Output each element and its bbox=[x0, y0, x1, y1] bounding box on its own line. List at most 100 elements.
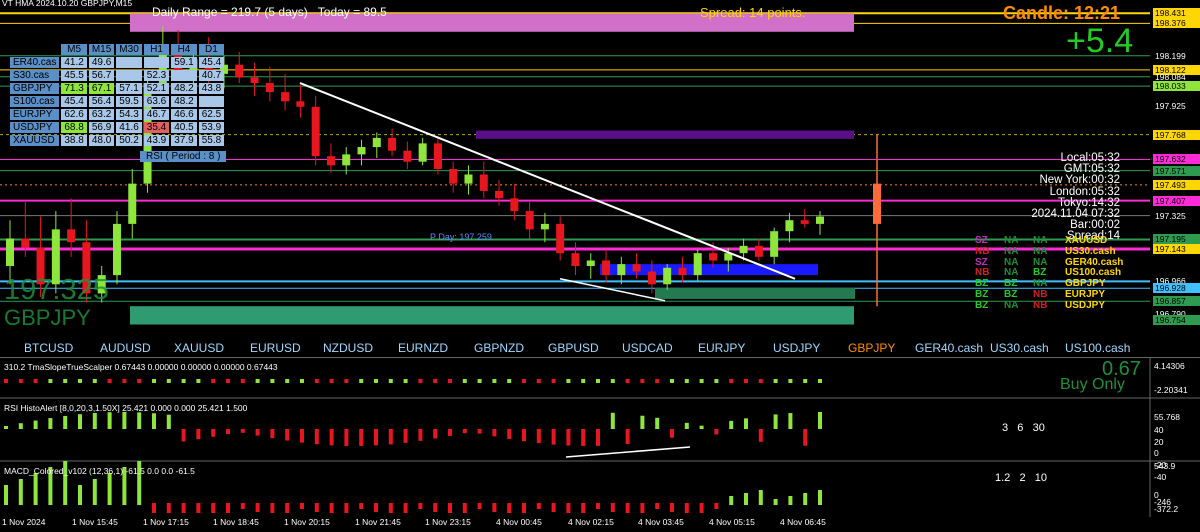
candle-body bbox=[510, 198, 519, 212]
macd-histogram-bar bbox=[803, 493, 808, 505]
price-tick: 198.431 bbox=[1153, 8, 1200, 19]
tma-dot bbox=[581, 379, 586, 383]
rsi-histogram-bar bbox=[196, 429, 201, 440]
candle-body bbox=[21, 238, 30, 248]
tf-value: 43.9 bbox=[143, 135, 170, 146]
macd-histogram-bar bbox=[78, 485, 82, 505]
pair-button[interactable]: US100.cash bbox=[1065, 341, 1130, 355]
tma-dot bbox=[655, 379, 660, 383]
pair-button[interactable]: EURJPY bbox=[698, 341, 745, 355]
rsi-histogram-bar bbox=[344, 429, 349, 446]
rsi-histogram-bar bbox=[4, 426, 8, 429]
candle-body bbox=[311, 106, 320, 157]
macd-histogram-bar bbox=[374, 503, 378, 512]
current-candle-body bbox=[873, 183, 881, 224]
rsi-histogram-bar bbox=[803, 429, 808, 446]
tf-value: 40.5 bbox=[171, 122, 197, 133]
rsi-histogram-bar bbox=[137, 412, 142, 429]
indicator-axis-tick: -372.2 bbox=[1154, 504, 1178, 514]
candle-body bbox=[693, 253, 702, 276]
macd-histogram-bar bbox=[818, 490, 822, 505]
status-symbol: GBPJPY bbox=[1065, 278, 1106, 290]
time-tick: 4 Nov 02:15 bbox=[568, 517, 614, 527]
tma-dot bbox=[152, 379, 156, 383]
rsi-histogram-bar bbox=[107, 412, 112, 429]
rsi-histogram-bar bbox=[448, 429, 452, 436]
macd-histogram-bar bbox=[226, 503, 230, 513]
rsi-histogram-bar bbox=[226, 429, 230, 434]
tma-dot bbox=[270, 379, 275, 383]
pair-button[interactable]: US30.cash bbox=[990, 341, 1049, 355]
pair-button[interactable]: XAUUSD bbox=[174, 341, 224, 355]
macd-histogram-bar bbox=[107, 473, 112, 505]
tma-signal: Buy Only bbox=[1060, 376, 1125, 393]
tma-dot bbox=[211, 379, 216, 383]
macd-histogram-bar bbox=[788, 496, 793, 505]
tma-dot bbox=[137, 379, 142, 383]
pair-button[interactable]: GBPUSD bbox=[548, 341, 599, 355]
candle-body bbox=[617, 264, 626, 276]
rsi-histogram-bar bbox=[18, 423, 23, 429]
pair-button[interactable]: USDJPY bbox=[773, 341, 820, 355]
tf-header: M15 bbox=[88, 44, 115, 55]
resistance-zone bbox=[476, 130, 854, 139]
tma-dot bbox=[196, 379, 201, 383]
pair-button[interactable]: EURUSD bbox=[250, 341, 301, 355]
pair-button[interactable]: AUDUSD bbox=[100, 341, 151, 355]
macd-histogram-bar bbox=[388, 503, 393, 513]
tma-dot bbox=[640, 379, 645, 383]
status-flag: BZ bbox=[975, 278, 989, 290]
rsi-histogram-bar bbox=[492, 429, 497, 437]
pair-button[interactable]: USDCAD bbox=[622, 341, 673, 355]
time-tick: 1 Nov 2024 bbox=[2, 517, 46, 527]
candle-body bbox=[326, 156, 335, 166]
rsi-histogram-bar bbox=[670, 429, 674, 438]
macd-histogram-bar bbox=[507, 503, 512, 513]
candle-body bbox=[663, 267, 672, 285]
tma-dot bbox=[714, 379, 719, 383]
rsi-histogram-bar bbox=[744, 418, 748, 429]
status-symbol: US30.cash bbox=[1065, 245, 1116, 257]
rsi-histogram-bar bbox=[625, 429, 630, 444]
rsi-histogram-bar bbox=[655, 417, 660, 429]
status-flag: NA bbox=[1004, 235, 1019, 246]
pair-button[interactable]: EURNZD bbox=[398, 341, 448, 355]
candle-body bbox=[816, 216, 824, 224]
tma-dot bbox=[374, 379, 378, 383]
price-tick: 197.325 bbox=[1155, 210, 1186, 221]
tf-value: 56.4 bbox=[88, 96, 115, 107]
tf-symbol: USDJPY bbox=[10, 122, 60, 133]
macd-params: 1.2 2 10 bbox=[995, 472, 1047, 484]
tma-dot bbox=[240, 379, 245, 383]
status-flag: NA bbox=[1004, 299, 1019, 311]
pair-button[interactable]: GBPJPY bbox=[848, 341, 895, 355]
tf-symbol: EURJPY bbox=[10, 109, 60, 120]
rsi-histogram-bar bbox=[596, 429, 600, 446]
pair-button[interactable]: BTCUSD bbox=[24, 341, 73, 355]
pair-button[interactable]: GBPNZD bbox=[474, 341, 524, 355]
tf-value: 41.6 bbox=[116, 122, 142, 133]
rsi-histogram-bar bbox=[388, 429, 393, 445]
rsi-histogram-bar bbox=[536, 429, 541, 444]
rsi-histogram-bar bbox=[122, 412, 127, 429]
rsi-histogram-bar bbox=[240, 429, 245, 433]
tf-header: H4 bbox=[171, 44, 197, 55]
tma-dot bbox=[329, 379, 334, 383]
tf-value: 68.8 bbox=[61, 122, 87, 133]
candle-body bbox=[770, 231, 779, 257]
candle-body bbox=[296, 101, 305, 107]
macd-histogram-bar bbox=[359, 503, 364, 509]
pair-button[interactable]: NZDUSD bbox=[323, 341, 373, 355]
tma-dot bbox=[507, 379, 512, 383]
tma-dot bbox=[566, 379, 571, 383]
candle-body bbox=[433, 143, 442, 169]
rsi-histogram-bar bbox=[403, 429, 408, 443]
indicator-axis-tick: 4.14306 bbox=[1154, 361, 1185, 371]
macd-histogram-bar bbox=[329, 503, 334, 513]
indicator-axis-tick: 543.9 bbox=[1154, 461, 1176, 471]
tma-dot bbox=[403, 379, 408, 383]
tma-dot bbox=[684, 379, 689, 383]
status-symbol: GER40.cash bbox=[1065, 256, 1124, 268]
tf-value bbox=[143, 57, 170, 68]
pair-button[interactable]: GER40.cash bbox=[915, 341, 983, 355]
